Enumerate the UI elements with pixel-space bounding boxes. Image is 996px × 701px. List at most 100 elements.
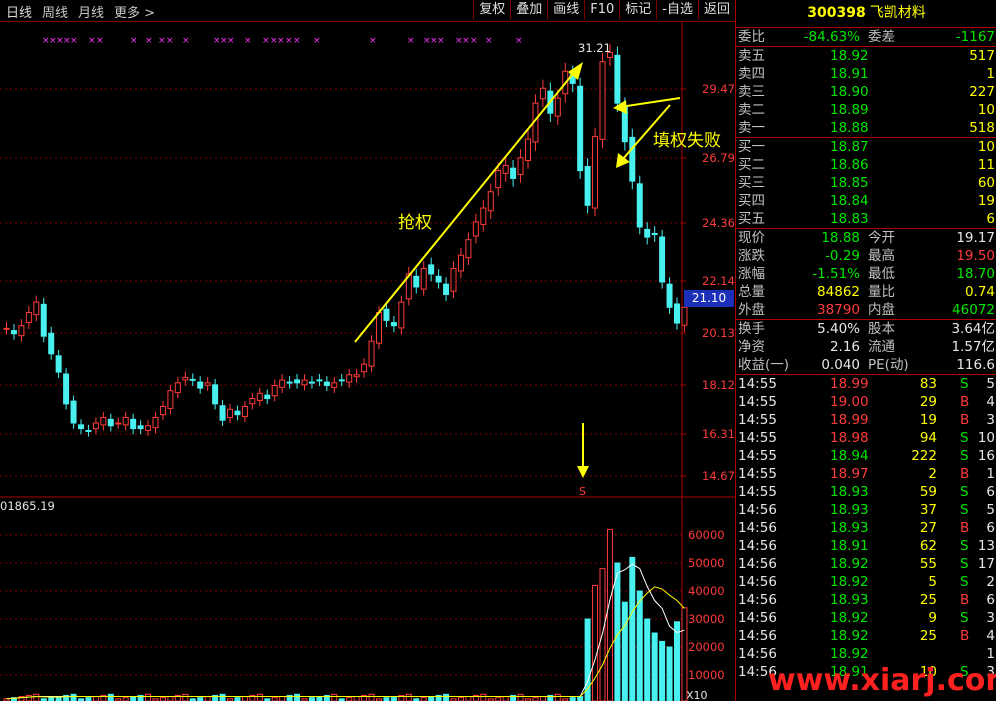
candle-body: [517, 157, 524, 175]
tick-time: 14:56: [738, 556, 777, 572]
tick-time: 14:56: [738, 574, 777, 590]
draw-line-button[interactable]: 画线: [547, 0, 584, 20]
quote-label: 净资: [738, 339, 765, 355]
quote-value: 84862: [817, 284, 860, 300]
quote-label: 涨跌: [738, 248, 765, 264]
volume-bar: [681, 607, 688, 701]
volume-bar: [92, 696, 99, 701]
tick-row: 14:56 18.92 25 B 4: [736, 627, 996, 645]
quote-row: 现价 18.88 今开 19.17: [736, 229, 996, 247]
tick-price: 18.92: [830, 574, 869, 590]
restore-rights-button[interactable]: 复权: [473, 0, 510, 20]
quote-value: 2.16: [829, 339, 860, 355]
candle-body: [308, 381, 315, 384]
volume-bar: [368, 693, 375, 701]
candle-body: [472, 221, 479, 237]
tab-daily[interactable]: 日线: [6, 2, 32, 21]
candle-body: [487, 191, 494, 212]
price-axis-label: 18.12: [702, 378, 735, 392]
tick-direction: B: [960, 592, 970, 608]
bid-level: 买一 18.87 10: [736, 138, 996, 156]
volume-axis-label: 10000: [688, 668, 725, 682]
tick-price: 18.94: [830, 448, 869, 464]
stock-header: 300398 飞凯材料: [736, 0, 996, 28]
candle-body: [681, 306, 688, 326]
level-price: 18.92: [830, 48, 869, 64]
tick-count: 17: [977, 556, 995, 572]
tick-price: 18.98: [830, 430, 869, 446]
tick-row: 14:56 18.92 5 S 2: [736, 573, 996, 591]
volume-bar: [651, 632, 658, 701]
tick-direction: B: [960, 394, 970, 410]
tab-monthly[interactable]: 月线: [78, 2, 104, 21]
event-marker: ×: [285, 36, 293, 46]
quote-fundamentals: 换手 5.40% 股本 3.64亿 净资 2.16 流通 1.57亿 收益(一) 0.040 PE(…: [736, 320, 996, 375]
event-marker: ×: [470, 36, 478, 46]
back-button[interactable]: 返回: [697, 0, 735, 20]
volume-bar: [130, 696, 137, 701]
committee-diff-value: -1167: [955, 29, 995, 45]
ask-level: 卖三 18.90 227: [736, 83, 996, 101]
volume-axis-label: 40000: [688, 584, 725, 598]
price-axis-label: 22.14: [702, 274, 735, 288]
candle-body: [398, 301, 405, 329]
level-label: 卖一: [738, 120, 765, 136]
level-price: 18.86: [830, 157, 869, 173]
candle-body: [271, 385, 278, 397]
tick-volume: 59: [919, 484, 937, 500]
candle-body: [145, 425, 152, 431]
quote-row: 涨幅 -1.51% 最低 18.70: [736, 265, 996, 283]
watermark: www.xiarj.com: [768, 663, 996, 698]
annotation-fill-rights-fail: 填权失败: [653, 131, 721, 151]
tick-time: 14:56: [738, 628, 777, 644]
remove-watchlist-button[interactable]: -自选: [656, 0, 698, 20]
stock-code: 300398: [807, 5, 866, 21]
event-marker: ×: [313, 36, 321, 46]
quote-label: 今开: [868, 230, 895, 246]
level-label: 买三: [738, 175, 765, 191]
quote-label: PE(动): [868, 357, 909, 373]
f10-button[interactable]: F10: [584, 0, 619, 20]
volume-indicator-label: 01865.19: [0, 499, 55, 513]
kline-chart-area[interactable]: 29.47 26.79 24.36 22.14 20.13 18.12 16.31 14.67…: [0, 0, 735, 701]
volume-bar: [666, 646, 673, 701]
level-price: 18.89: [830, 102, 869, 118]
candle-body: [368, 340, 375, 367]
candle-body: [450, 268, 457, 292]
event-marker: ×: [293, 36, 301, 46]
level-qty: 10: [977, 102, 995, 118]
event-marker: ×: [88, 36, 96, 46]
tick-volume: 55: [919, 556, 937, 572]
arrow-down-head: [577, 466, 589, 478]
candle-body: [435, 275, 442, 283]
quote-label: 股本: [868, 321, 895, 337]
event-marker: ×: [515, 36, 523, 46]
quote-value: 38790: [817, 302, 860, 318]
candle-body: [115, 422, 122, 425]
tick-volume: 62: [919, 538, 937, 554]
annotation-grab-rights: 抢权: [398, 213, 432, 233]
tick-volume: 29: [919, 394, 937, 410]
arrow-grab: [354, 69, 577, 343]
volume-bar: [25, 694, 32, 701]
kline-chart[interactable]: 29.47 26.79 24.36 22.14 20.13 18.12 16.31 14.67…: [0, 0, 735, 701]
event-marker: ×: [407, 36, 415, 46]
quote-label: 外盘: [738, 302, 765, 318]
quote-row: 涨跌 -0.29 最高 19.50: [736, 247, 996, 265]
tick-direction: B: [960, 520, 970, 536]
tick-volume: 9: [928, 610, 937, 626]
quote-label: 换手: [738, 321, 765, 337]
mark-button[interactable]: 标记: [619, 0, 656, 20]
tick-list[interactable]: 14:55 18.99 83 S 5 14:55 19.00 29 B 4 14:55 18.99 19…: [736, 375, 996, 681]
tab-more[interactable]: 更多 >: [114, 2, 155, 21]
level-qty: 10: [977, 139, 995, 155]
overlay-button[interactable]: 叠加: [510, 0, 547, 20]
candle-body: [614, 54, 621, 104]
tab-weekly[interactable]: 周线: [42, 2, 68, 21]
volume-bar: [219, 693, 226, 701]
tick-row: 14:56 18.92 1: [736, 645, 996, 663]
volume-bar: [539, 696, 546, 701]
level-price: 18.90: [830, 84, 869, 100]
tick-direction: S: [960, 448, 969, 464]
quote-label: 最低: [868, 266, 895, 282]
